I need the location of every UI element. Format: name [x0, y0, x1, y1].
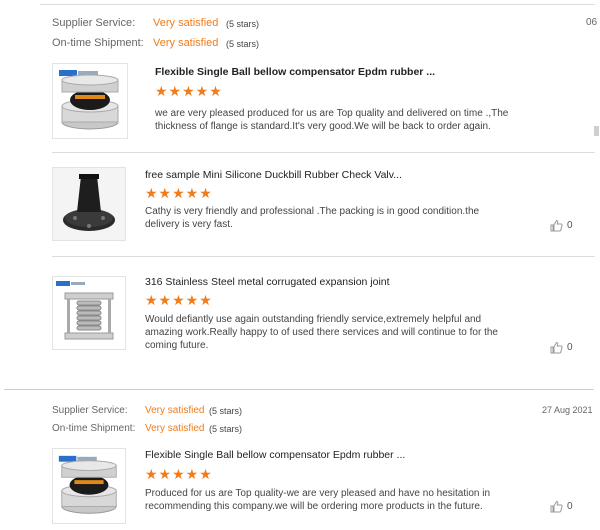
supplier-service-value: Very satisfied — [153, 17, 219, 29]
product-image[interactable] — [52, 276, 126, 350]
like-button[interactable]: 0 — [550, 219, 573, 232]
product-separator — [52, 256, 595, 257]
product-title-link[interactable]: Flexible Single Ball bellow compensator … — [155, 66, 435, 78]
rating-stars: ★★★★★ — [145, 466, 213, 482]
product-image[interactable] — [52, 63, 128, 139]
like-button[interactable]: 0 — [550, 341, 573, 354]
on-time-shipment-value: Very satisfied — [153, 37, 219, 49]
thumbs-up-icon — [550, 219, 563, 232]
rating-stars: ★★★★★ — [145, 185, 213, 201]
like-count: 0 — [567, 220, 573, 231]
supplier-service-stars: (5 stars) — [209, 406, 243, 416]
product-title-link[interactable]: Flexible Single Ball bellow compensator … — [145, 449, 405, 461]
product-image[interactable] — [52, 448, 126, 524]
on-time-shipment-label: On-time Shipment: — [52, 37, 144, 49]
bellow-compensator-image — [59, 70, 119, 130]
scroll-edge-marker — [594, 126, 599, 136]
like-count: 0 — [567, 501, 573, 512]
expansion-joint-image — [56, 281, 114, 340]
review-text: Would defiantly use again outstanding fr… — [145, 314, 498, 351]
on-time-shipment-stars: (5 stars) — [226, 39, 260, 49]
review-text: we are very pleased produced for us are … — [155, 108, 509, 132]
rating-stars: ★★★★★ — [155, 83, 223, 99]
review-text: Cathy is very friendly and professional … — [145, 206, 480, 230]
review-date: 27 Aug 2021 — [542, 405, 593, 415]
bellow-compensator-image — [58, 455, 117, 514]
supplier-service-value: Very satisfied — [145, 405, 205, 416]
top-separator — [40, 4, 595, 5]
product-image[interactable] — [52, 167, 126, 241]
like-count: 0 — [567, 342, 573, 353]
product-title-link[interactable]: free sample Mini Silicone Duckbill Rubbe… — [145, 169, 402, 181]
review-separator — [4, 389, 594, 390]
product-title-link[interactable]: 316 Stainless Steel metal corrugated exp… — [145, 276, 390, 288]
on-time-shipment-stars: (5 stars) — [209, 424, 243, 434]
thumbs-up-icon — [550, 500, 563, 513]
review-date: 06 — [586, 17, 598, 28]
supplier-service-stars: (5 stars) — [226, 19, 260, 29]
thumbs-up-icon — [550, 341, 563, 354]
like-button[interactable]: 0 — [550, 500, 573, 513]
on-time-shipment-value: Very satisfied — [145, 423, 205, 434]
supplier-service-label: Supplier Service: — [52, 405, 128, 416]
supplier-service-label: Supplier Service: — [52, 17, 136, 29]
product-separator — [52, 152, 595, 153]
duckbill-valve-image — [53, 168, 125, 240]
review-text: Produced for us are Top quality-we are v… — [145, 488, 491, 512]
on-time-shipment-label: On-time Shipment: — [52, 423, 136, 434]
rating-stars: ★★★★★ — [145, 292, 213, 308]
